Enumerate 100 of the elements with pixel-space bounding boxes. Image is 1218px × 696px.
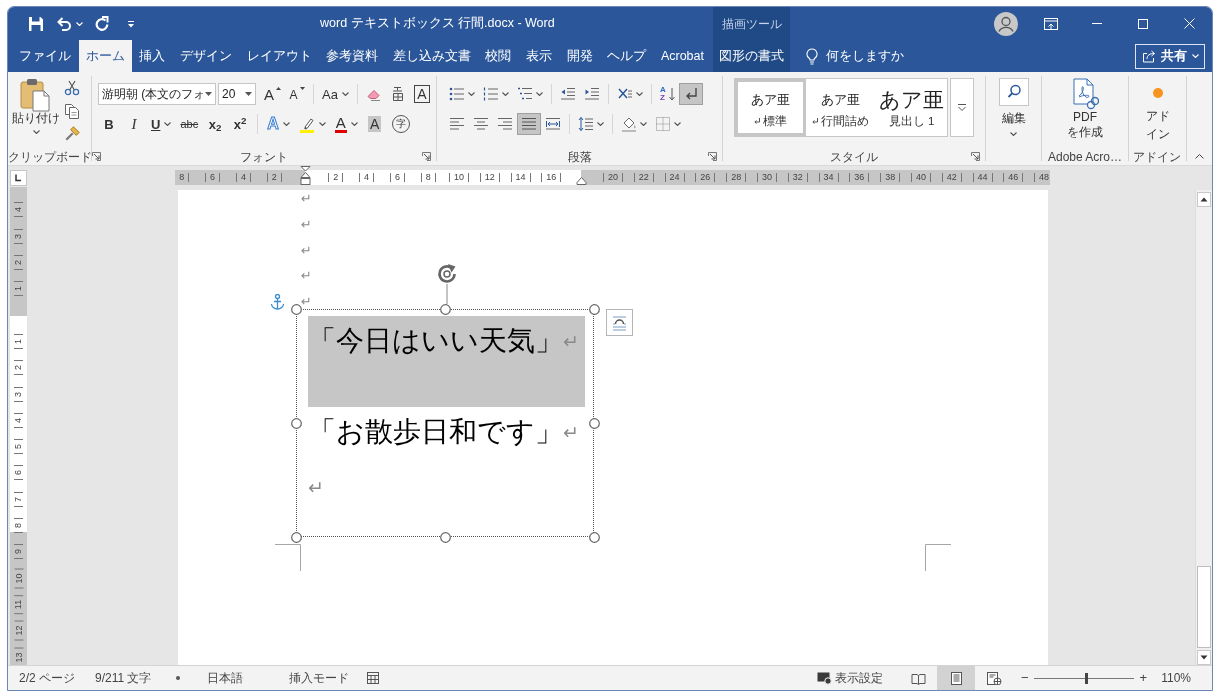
grow-font-button[interactable]: A — [260, 83, 285, 105]
zoom-in-button[interactable]: + — [1139, 668, 1148, 688]
user-avatar-icon[interactable] — [994, 11, 1018, 36]
redo-icon[interactable] — [95, 16, 109, 31]
ruler-number: 44 — [972, 173, 993, 182]
phonetic-guide-icon — [390, 86, 405, 102]
style-item[interactable]: あア亜 標準 — [735, 79, 806, 136]
editing-button[interactable]: 編集 — [993, 78, 1034, 136]
ruler-number: 38 — [880, 173, 901, 182]
ribbon-tab[interactable]: デザイン — [172, 40, 239, 72]
resize-handle-icon[interactable] — [588, 303, 600, 315]
copy-icon[interactable] — [64, 103, 80, 119]
font-name-combobox[interactable]: 游明朝 (本文のフォ — [98, 83, 216, 105]
ruler-number: 8 — [14, 518, 23, 534]
customize-toolbar-icon[interactable] — [127, 19, 135, 28]
status-dot-icon — [175, 676, 180, 680]
ribbon-tab[interactable]: ファイル — [12, 40, 78, 72]
ruler-number: 2 — [266, 173, 282, 182]
contextual-tab-header: 描画ツール — [713, 7, 790, 40]
ribbon-tab[interactable]: Acrobat — [653, 40, 711, 72]
rotate-handle-icon[interactable] — [435, 263, 459, 304]
line-spacing-icon — [578, 116, 594, 132]
clipboard-icon — [20, 78, 52, 112]
ribbon-display-options-icon[interactable] — [1044, 17, 1058, 30]
ribbon-tab[interactable]: ホーム — [78, 40, 132, 72]
ruler-number: 26 — [695, 173, 716, 182]
display-settings-button[interactable]: 表示設定 — [835, 669, 883, 687]
decrease-indent-icon — [560, 86, 576, 102]
underline-button[interactable]: U — [147, 113, 176, 135]
ruler-number: 8 — [175, 173, 190, 182]
ribbon-tab[interactable]: 校閲 — [478, 40, 519, 72]
tell-me-field[interactable]: 何をしますか — [826, 46, 918, 66]
open-book-icon — [910, 671, 926, 685]
superscript-button[interactable]: x$^{2}$ — [228, 113, 253, 135]
character-shading-button[interactable]: A — [362, 113, 387, 135]
ruler-number: 40 — [910, 173, 931, 182]
style-item[interactable]: あア亜 見出し 1 — [876, 79, 947, 136]
resize-handle-icon[interactable] — [439, 531, 451, 543]
italic-button[interactable]: I — [122, 113, 146, 135]
style-item[interactable]: あア亜 行間詰め — [805, 79, 877, 136]
tab-stop-selector-icon[interactable] — [10, 170, 27, 186]
bold-button[interactable]: B — [97, 113, 121, 135]
collapse-ribbon-icon[interactable] — [1195, 154, 1204, 159]
share-button[interactable]: 共有 — [1135, 43, 1205, 69]
undo-icon[interactable] — [56, 16, 72, 31]
dialog-launcher-icon[interactable] — [708, 152, 717, 161]
resize-handle-icon[interactable] — [588, 417, 600, 429]
add-ins-button[interactable]: アド イン — [1137, 72, 1178, 143]
paintbrush-icon[interactable] — [64, 126, 80, 142]
ribbon-tab[interactable]: 図形の書式 — [713, 40, 790, 72]
show-marks-button[interactable] — [678, 83, 703, 105]
zoom-out-button[interactable]: − — [1021, 668, 1029, 688]
create-pdf-button[interactable]: PDF を作成 — [1058, 78, 1112, 140]
resize-handle-icon[interactable] — [439, 303, 451, 315]
language-indicator[interactable]: 日本語 — [206, 669, 243, 687]
lightbulb-icon — [806, 47, 818, 65]
strikethrough-button[interactable]: abc — [176, 113, 203, 135]
ribbon-tab[interactable]: ヘルプ — [600, 40, 654, 72]
caret-icon — [1191, 54, 1199, 58]
maximize-icon[interactable] — [1138, 18, 1148, 29]
ribbon-tab[interactable]: 参考資料 — [319, 40, 386, 72]
indent-marker-icon[interactable] — [576, 177, 587, 185]
group-label: フォント — [240, 150, 288, 163]
ribbon-tab[interactable]: 挿入 — [132, 40, 173, 72]
shrink-font-button[interactable]: A — [285, 83, 309, 105]
resize-handle-icon[interactable] — [290, 303, 302, 315]
close-icon[interactable] — [1183, 18, 1195, 29]
save-icon[interactable] — [28, 15, 44, 32]
resize-handle-icon[interactable] — [290, 531, 302, 543]
font-size-combobox[interactable]: 20 — [218, 83, 256, 105]
resize-handle-icon[interactable] — [290, 417, 302, 429]
dialog-launcher-icon[interactable] — [92, 152, 101, 161]
ruler-number: 20 — [602, 173, 623, 182]
ribbon-tab[interactable]: 開発 — [559, 40, 600, 72]
zoom-level[interactable]: 110% — [1161, 669, 1191, 687]
ribbon-tab[interactable]: レイアウト — [239, 40, 319, 72]
view-mode-button[interactable] — [937, 666, 975, 690]
web-page-icon — [986, 671, 1002, 685]
change-case-button[interactable]: Aa — [318, 83, 353, 105]
corner-mark-icon — [925, 544, 951, 571]
input-mode-indicator[interactable]: 挿入モード — [288, 669, 349, 687]
spreadsheet-icon[interactable] — [366, 672, 379, 684]
character-count[interactable]: 9/211 文字 — [95, 669, 152, 687]
dialog-launcher-icon[interactable] — [422, 152, 431, 161]
group-label: アドイン — [1133, 150, 1181, 163]
subscript-button[interactable]: x$_{2}$ — [203, 113, 228, 135]
zoom-slider-thumb[interactable] — [1085, 672, 1089, 684]
justify-button[interactable] — [517, 113, 541, 135]
font-color-button[interactable]: A — [330, 113, 362, 135]
dialog-launcher-icon[interactable] — [971, 152, 980, 161]
resize-handle-icon[interactable] — [588, 531, 600, 543]
ribbon-tab[interactable]: 差し込み文書 — [385, 40, 478, 72]
search-icon — [998, 78, 1029, 106]
caret-icon — [32, 130, 40, 134]
sort-button[interactable]: A Z — [656, 83, 679, 105]
paste-button[interactable]: 貼り付け — [8, 72, 64, 144]
scissors-icon[interactable] — [64, 80, 80, 96]
scrollbar-thumb[interactable] — [1197, 566, 1211, 648]
ribbon-tab[interactable]: 表示 — [519, 40, 559, 72]
page-count[interactable]: 2/2 ページ — [19, 669, 75, 687]
